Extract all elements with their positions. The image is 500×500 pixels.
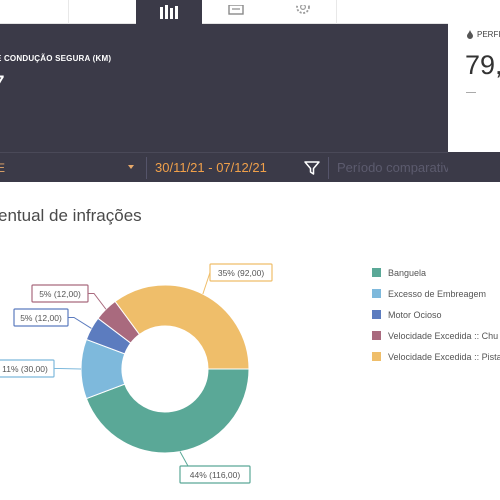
filter-divider	[146, 157, 147, 179]
legend-item[interactable]: Excesso de Embreagem	[372, 283, 500, 304]
kpi-profile-card: PERFIL 79,	[448, 8, 500, 152]
dashboard: E CONDUÇÃO SEGURA (KM) 7 PERFIL 79, E 30…	[0, 0, 500, 500]
tab-report[interactable]	[203, 0, 269, 24]
document-icon	[228, 5, 244, 15]
legend-item[interactable]: Velocidade Excedida :: Pista	[372, 346, 500, 367]
filter-bar-end	[448, 152, 500, 182]
gear-icon	[296, 5, 310, 14]
data-label: 11% (30,00)	[0, 359, 55, 378]
tab-divider	[68, 0, 69, 24]
legend-label: Banguela	[388, 267, 427, 278]
tab-divider	[336, 0, 337, 24]
legend-swatch	[372, 289, 381, 298]
bar-chart-icon	[160, 5, 178, 19]
data-label: 5% (12,00)	[31, 284, 89, 303]
filter-divider	[328, 157, 329, 179]
label-leader-line	[202, 272, 211, 295]
legend-swatch	[372, 268, 381, 277]
data-label: 35% (92,00)	[209, 263, 273, 282]
legend-swatch	[372, 310, 381, 319]
legend-item[interactable]: Velocidade Excedida :: Chu	[372, 325, 500, 346]
filter-bar: E 30/11/21 - 07/12/21 Período comparativ…	[0, 152, 457, 182]
legend-item[interactable]: Banguela	[372, 262, 500, 283]
kpi-safe-driving: E CONDUÇÃO SEGURA (KM) 7	[0, 24, 445, 152]
drop-icon	[467, 30, 473, 39]
comparative-period-input[interactable]: Período comparativo	[337, 160, 457, 175]
panel-title: entual de infrações	[0, 206, 142, 225]
legend-label: Excesso de Embreagem	[388, 288, 487, 299]
data-label-text: 5% (12,00)	[20, 313, 62, 323]
kpi-profile-dash	[466, 92, 476, 93]
donut-slice[interactable]	[114, 284, 250, 370]
legend-label: Velocidade Excedida :: Chu	[388, 330, 499, 341]
label-leader-line	[68, 317, 92, 329]
label-leader-line	[88, 293, 107, 310]
kpi-title: E CONDUÇÃO SEGURA (KM)	[0, 54, 112, 63]
funnel-icon[interactable]	[302, 158, 322, 178]
chevron-down-icon[interactable]	[128, 165, 134, 169]
vehicle-select[interactable]: E	[0, 161, 5, 175]
legend-label: Velocidade Excedida :: Pista	[388, 351, 500, 362]
data-label-text: 5% (12,00)	[39, 289, 81, 299]
kpi-band: E CONDUÇÃO SEGURA (KM) 7	[0, 24, 500, 152]
kpi-profile-value: 79,	[465, 50, 500, 80]
label-leader-line	[179, 451, 189, 467]
data-label-text: 44% (116,00)	[190, 470, 241, 480]
kpi-profile-title: PERFIL	[466, 30, 500, 39]
chart-legend: Banguela Excesso de Embreagem Motor Ocioso…	[372, 262, 500, 367]
legend-swatch	[372, 331, 381, 340]
data-label-text: 35% (92,00)	[218, 268, 264, 278]
top-tab-bar	[0, 0, 500, 24]
data-label-text: 11% (30,00)	[2, 364, 48, 374]
label-leader-line	[54, 368, 82, 370]
legend-swatch	[372, 352, 381, 361]
tab-settings[interactable]	[270, 0, 336, 24]
kpi-value: 7	[0, 70, 5, 101]
tab-charts[interactable]	[136, 0, 202, 24]
legend-label: Motor Ocioso	[388, 309, 442, 320]
data-label: 44% (116,00)	[179, 465, 251, 484]
kpi-profile-label: PERFIL	[477, 30, 500, 39]
data-label: 5% (12,00)	[13, 308, 69, 327]
legend-item[interactable]: Motor Ocioso	[372, 304, 500, 325]
date-range-picker[interactable]: 30/11/21 - 07/12/21	[155, 160, 267, 175]
